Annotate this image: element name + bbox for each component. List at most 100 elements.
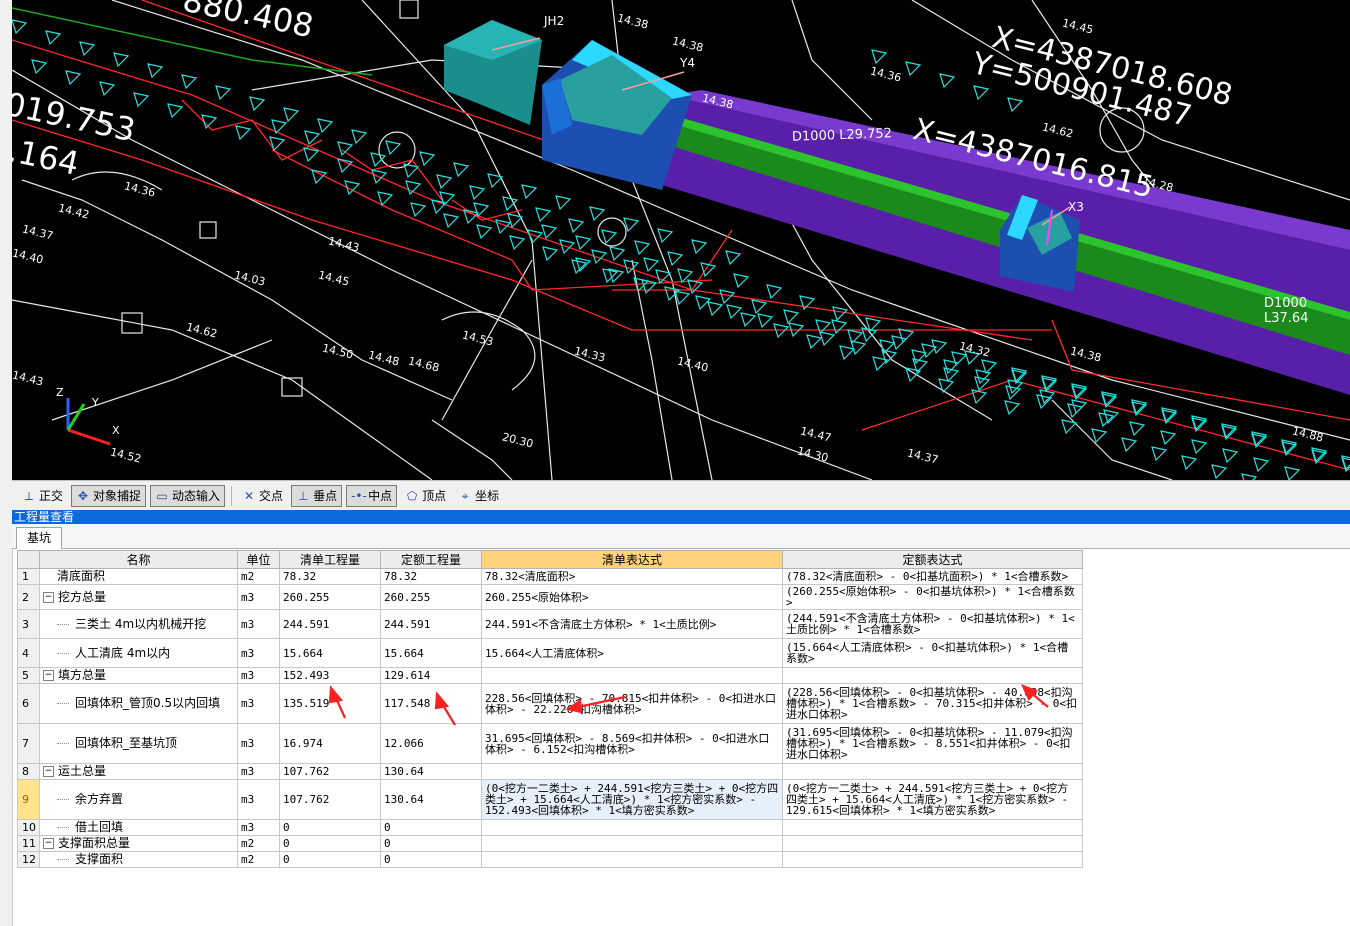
quota-expression-cell[interactable]: (31.695<回填体积> - 0<扣基坑体积> - 11.079<扣沟槽体积>… <box>782 723 1083 764</box>
unit-cell[interactable]: m2 <box>237 835 280 852</box>
quota-expression-cell[interactable] <box>782 819 1083 836</box>
header-bill-quantity[interactable]: 清单工程量 <box>279 550 381 569</box>
bill-quantity-cell[interactable]: 15.664 <box>279 638 381 668</box>
bill-expression-cell[interactable]: 15.664<人工清底体积> <box>481 638 783 668</box>
unit-cell[interactable]: m3 <box>237 779 280 820</box>
bill-expression-cell[interactable]: (0<挖方一二类土> + 244.591<挖方三类土> + 0<挖方四类土> +… <box>481 779 783 820</box>
quota-expression-cell[interactable]: (78.32<清底面积> - 0<扣基坑面积>) * 1<合槽系数> <box>782 568 1083 585</box>
item-name-cell[interactable]: − 运土总量 <box>39 763 238 780</box>
item-name-cell[interactable]: 人工清底 4m以内 <box>39 638 238 668</box>
quota-quantity-cell[interactable]: 129.614 <box>380 667 482 684</box>
snap-intersection-button[interactable]: ✕ 交点 <box>238 486 287 506</box>
header-quota-quantity[interactable]: 定额工程量 <box>380 550 482 569</box>
quota-quantity-cell[interactable]: 117.548 <box>380 683 482 724</box>
bill-quantity-cell[interactable]: 260.255 <box>279 584 381 610</box>
unit-cell[interactable]: m2 <box>237 568 280 585</box>
snap-vertex-button[interactable]: ⬠ 顶点 <box>401 486 450 506</box>
snap-object-button[interactable]: ✥ 对象捕捉 <box>71 484 147 507</box>
table-row[interactable]: 5− 填方总量 m3 152.493 129.614 <box>17 667 1083 684</box>
table-row[interactable]: 8− 运土总量 m3 107.762 130.64 <box>17 763 1083 780</box>
collapse-toggle-icon[interactable]: − <box>43 838 54 849</box>
item-name-cell[interactable]: 支撑面积 <box>39 851 238 868</box>
quota-quantity-cell[interactable]: 78.32 <box>380 568 482 585</box>
table-row[interactable]: 9 余方弃置 m3 107.762 130.64 (0<挖方一二类土> + 244.591… <box>17 779 1083 820</box>
snap-perpendicular-button[interactable]: ⊥ 垂点 <box>291 484 343 507</box>
quota-quantity-cell[interactable]: 244.591 <box>380 609 482 639</box>
unit-cell[interactable]: m3 <box>237 667 280 684</box>
bill-expression-cell[interactable] <box>481 835 783 852</box>
quota-expression-cell[interactable] <box>782 851 1083 868</box>
bill-expression-cell[interactable] <box>481 763 783 780</box>
quota-quantity-cell[interactable]: 12.066 <box>380 723 482 764</box>
item-name-cell[interactable]: − 支撑面积总量 <box>39 835 238 852</box>
cad-drawing[interactable] <box>12 0 1350 480</box>
unit-cell[interactable]: m2 <box>237 851 280 868</box>
unit-cell[interactable]: m3 <box>237 819 280 836</box>
quota-quantity-cell[interactable]: 0 <box>380 819 482 836</box>
item-name-cell[interactable]: 借土回填 <box>39 819 238 836</box>
quota-quantity-cell[interactable]: 0 <box>380 851 482 868</box>
item-name-cell[interactable]: − 挖方总量 <box>39 584 238 610</box>
bill-quantity-cell[interactable]: 16.974 <box>279 723 381 764</box>
quota-expression-cell[interactable]: (15.664<人工清底体积> - 0<扣基坑体积>) * 1<合槽系数> <box>782 638 1083 668</box>
quota-expression-cell[interactable]: (260.255<原始体积> - 0<扣基坑体积>) * 1<合槽系数> <box>782 584 1083 610</box>
bill-expression-cell[interactable] <box>481 819 783 836</box>
unit-cell[interactable]: m3 <box>237 723 280 764</box>
item-name-cell[interactable]: 余方弃置 <box>39 779 238 820</box>
collapse-toggle-icon[interactable]: − <box>43 591 54 603</box>
unit-cell[interactable]: m3 <box>237 638 280 668</box>
bill-quantity-cell[interactable]: 152.493 <box>279 667 381 684</box>
quota-expression-cell[interactable]: (0<挖方一二类土> + 244.591<挖方三类土> + 0<挖方四类土> +… <box>782 779 1083 820</box>
table-row[interactable]: 12 支撑面积 m2 0 0 <box>17 851 1083 868</box>
unit-cell[interactable]: m3 <box>237 683 280 724</box>
bill-quantity-cell[interactable]: 107.762 <box>279 779 381 820</box>
item-name-cell[interactable]: 清底面积 <box>39 568 238 585</box>
quota-expression-cell[interactable] <box>782 763 1083 780</box>
quota-quantity-cell[interactable]: 0 <box>380 835 482 852</box>
quota-quantity-cell[interactable]: 15.664 <box>380 638 482 668</box>
snap-dynamic-input-button[interactable]: ▭ 动态输入 <box>150 484 226 507</box>
header-bill-expression[interactable]: 清单表达式 <box>481 550 783 569</box>
quota-expression-cell[interactable]: (228.56<回填体积> - 0<扣基坑体积> - 40.698<扣沟槽体积>… <box>782 683 1083 724</box>
bill-expression-cell[interactable]: 78.32<清底面积> <box>481 568 783 585</box>
bill-quantity-cell[interactable]: 107.762 <box>279 763 381 780</box>
item-name-cell[interactable]: 三类土 4m以内机械开挖 <box>39 609 238 639</box>
quota-expression-cell[interactable] <box>782 835 1083 852</box>
cad-viewport[interactable]: 880.408 019.753 .164 X=4387018.608 Y=500… <box>12 0 1350 480</box>
bill-expression-cell[interactable] <box>481 851 783 868</box>
bill-expression-cell[interactable]: 244.591<不含清底土方体积> * 1<土质比例> <box>481 609 783 639</box>
header-quota-expression[interactable]: 定额表达式 <box>782 550 1083 569</box>
snap-orthogonal-button[interactable]: ⟂ 正交 <box>18 486 67 506</box>
unit-cell[interactable]: m3 <box>237 609 280 639</box>
quota-quantity-cell[interactable]: 130.64 <box>380 779 482 820</box>
bill-quantity-cell[interactable]: 135.519 <box>279 683 381 724</box>
table-row[interactable]: 1 清底面积 m2 78.32 78.32 78.32<清底面积> (78.32<清底面积>… <box>17 568 1083 585</box>
table-row[interactable]: 7 回填体积_至基坑顶 m3 16.974 12.066 31.695<回填体积> - 8… <box>17 723 1083 764</box>
bill-quantity-cell[interactable]: 0 <box>279 851 381 868</box>
quota-quantity-cell[interactable]: 260.255 <box>380 584 482 610</box>
bill-expression-cell[interactable]: 31.695<回填体积> - 8.569<扣井体积> - 0<扣进水口体积> -… <box>481 723 783 764</box>
bill-quantity-cell[interactable]: 0 <box>279 835 381 852</box>
quota-quantity-cell[interactable]: 130.64 <box>380 763 482 780</box>
item-name-cell[interactable]: 回填体积_管顶0.5以内回填 <box>39 683 238 724</box>
bill-quantity-cell[interactable]: 78.32 <box>279 568 381 585</box>
bill-expression-cell[interactable]: 228.56<回填体积> - 70.815<扣井体积> - 0<扣进水口体积> … <box>481 683 783 724</box>
bill-quantity-cell[interactable]: 244.591 <box>279 609 381 639</box>
item-name-cell[interactable]: − 填方总量 <box>39 667 238 684</box>
unit-cell[interactable]: m3 <box>237 584 280 610</box>
table-row[interactable]: 4 人工清底 4m以内 m3 15.664 15.664 15.664<人工清底体积> (1… <box>17 638 1083 668</box>
quota-expression-cell[interactable] <box>782 667 1083 684</box>
unit-cell[interactable]: m3 <box>237 763 280 780</box>
tab-foundation-pit[interactable]: 基坑 <box>16 527 63 549</box>
snap-midpoint-button[interactable]: -•- 中点 <box>346 484 398 507</box>
bill-expression-cell[interactable] <box>481 667 783 684</box>
item-name-cell[interactable]: 回填体积_至基坑顶 <box>39 723 238 764</box>
well-jh2[interactable] <box>444 20 542 125</box>
collapse-toggle-icon[interactable]: − <box>43 766 54 777</box>
table-row[interactable]: 10 借土回填 m3 0 0 <box>17 819 1083 836</box>
header-unit[interactable]: 单位 <box>237 550 280 569</box>
bill-quantity-cell[interactable]: 0 <box>279 819 381 836</box>
quota-expression-cell[interactable]: (244.591<不含清底土方体积> - 0<扣基坑体积>) * 1<土质比例>… <box>782 609 1083 639</box>
table-row[interactable]: 3 三类土 4m以内机械开挖 m3 244.591 244.591 244.591<不含清… <box>17 609 1083 639</box>
table-row[interactable]: 11− 支撑面积总量 m2 0 0 <box>17 835 1083 852</box>
